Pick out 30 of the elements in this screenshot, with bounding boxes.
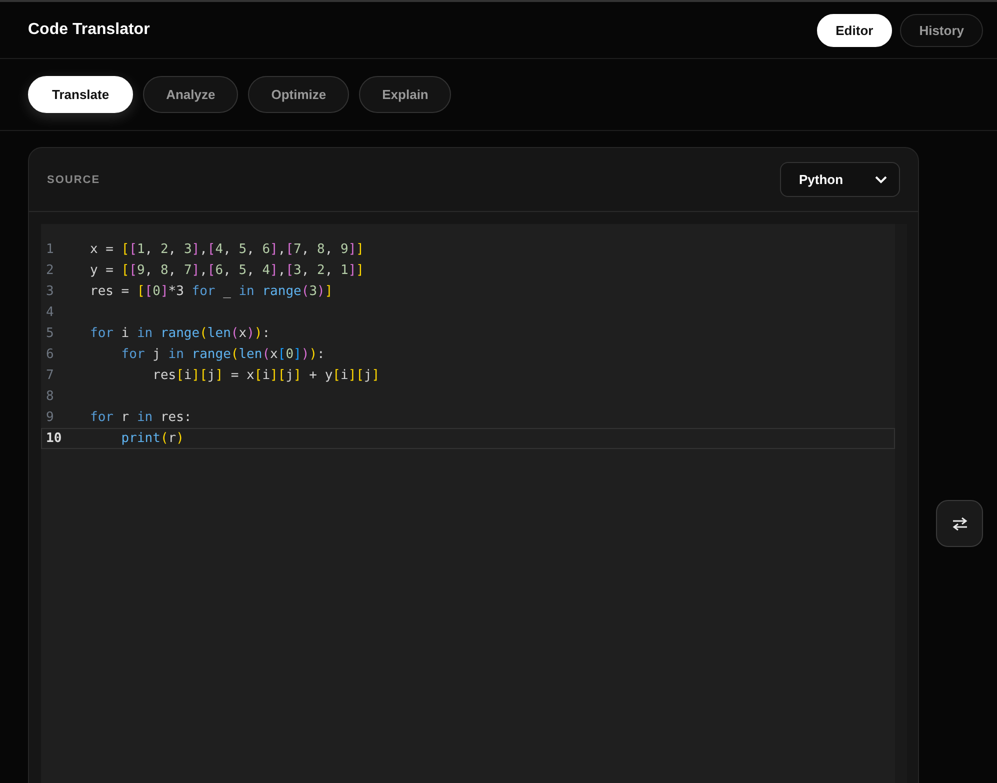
app-title: Code Translator	[28, 21, 150, 39]
mode-tab[interactable]: Optimize	[248, 76, 350, 113]
code-line: for j in range(len(x[0])):	[120, 347, 325, 362]
view-tab[interactable]: Editor	[816, 14, 892, 46]
line-number: 9	[45, 410, 55, 425]
mode-tab[interactable]: Analyze	[143, 76, 238, 113]
code-line: for i in range(len(x)):	[90, 326, 270, 341]
mode-tab[interactable]: Translate	[28, 76, 134, 113]
line-number: 2	[45, 263, 55, 278]
code-line: print(r)	[120, 431, 184, 446]
line-number: 5	[45, 326, 55, 341]
view-tab[interactable]: History	[900, 14, 983, 46]
code-line: x = [[1, 2, 3],[4, 5, 6],[7, 8, 9]]	[90, 242, 364, 257]
panel-heading: SOURCE	[47, 174, 100, 186]
swap-arrows-icon	[952, 516, 968, 530]
language-select[interactable]: Python	[780, 162, 900, 197]
swap-button[interactable]	[936, 500, 983, 547]
line-number: 8	[45, 389, 55, 404]
line-number: 10	[45, 431, 63, 446]
line-number: 7	[45, 368, 55, 383]
line-number: 3	[45, 284, 55, 299]
code-line: y = [[9, 8, 7],[6, 5, 4],[3, 2, 1]]	[90, 263, 364, 278]
chevron-down-icon	[875, 176, 888, 184]
code-line: res = [[0]*3 for _ in range(3)]	[90, 284, 333, 299]
mode-tab[interactable]: Explain	[359, 76, 452, 113]
line-number: 6	[45, 347, 55, 362]
code-line: for r in res:	[90, 410, 192, 425]
code-line: res[i][j] = x[i][j] + y[i][j]	[152, 368, 380, 383]
line-number: 4	[45, 305, 55, 320]
line-number: 1	[45, 242, 55, 257]
